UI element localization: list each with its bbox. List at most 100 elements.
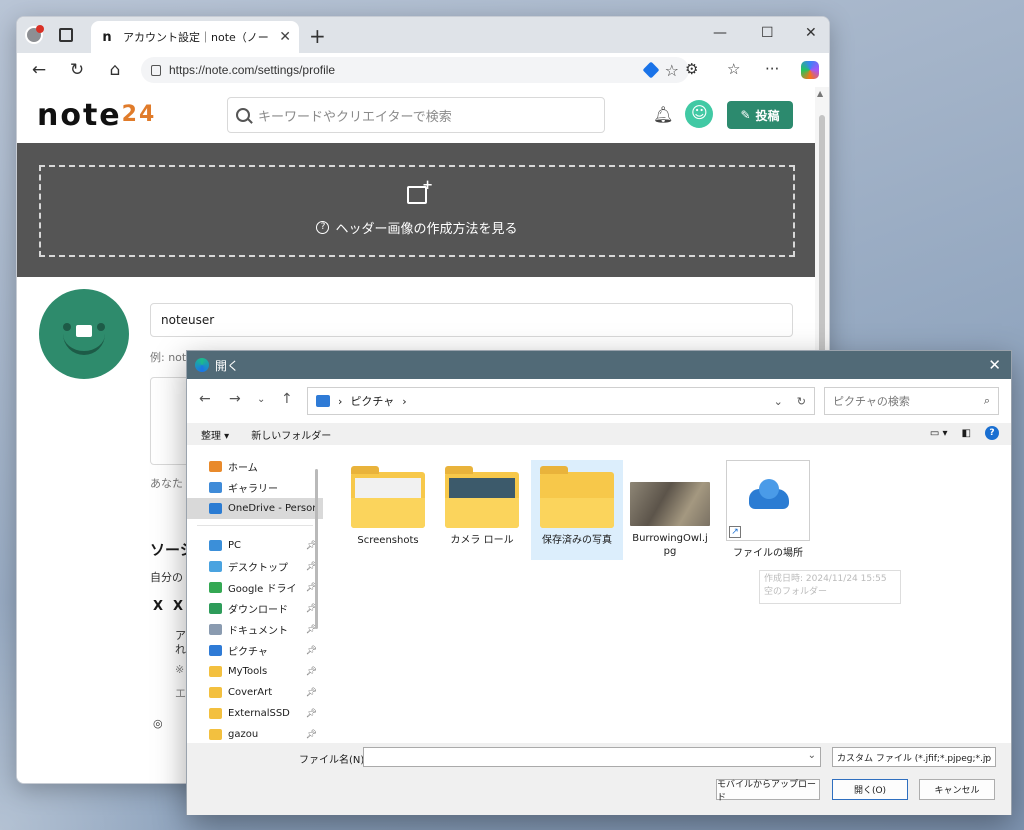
x-logo-icon: X [153, 599, 164, 614]
nav-item-label: ピクチャ [228, 647, 268, 658]
tab-actions-icon[interactable] [59, 28, 73, 42]
address-dropdown-icon[interactable]: ⌄ [774, 395, 783, 408]
nav-item-label: ExternalSSD [228, 708, 290, 719]
new-tab-icon[interactable]: + [309, 24, 326, 48]
nav-item-label: Google ドライ [228, 584, 297, 595]
file-open-dialog: 開く ✕ ← → ⌄ ↑ › ピクチャ › ⌄ ↻ ピクチャの検索 ⌕ 整理 ▾… [186, 350, 1012, 815]
preview-pane-icon[interactable]: ◧ [962, 428, 971, 439]
copilot-icon[interactable] [801, 61, 819, 79]
onedrive-thumbnail: ↗ [726, 460, 810, 541]
profile-avatar-icon[interactable] [25, 25, 44, 44]
file-item-burrowing-owl[interactable]: BurrowingOwl.jpg [627, 460, 713, 560]
up-icon[interactable]: ↑ [281, 391, 293, 407]
nav-item[interactable]: ドキュメント 📌︎ [187, 619, 323, 640]
back-icon[interactable]: ← [199, 391, 211, 407]
filetype-select[interactable]: カスタム ファイル (*.jfif;*.pjpeg;*.jp ⌄ [832, 747, 996, 767]
upload-from-mobile-button[interactable]: モバイルからアップロード [716, 779, 820, 803]
view-options-icon[interactable]: ▭ ▾ [930, 428, 948, 439]
minimize-icon[interactable]: — [713, 25, 727, 41]
coupon-tag-icon[interactable] [642, 61, 660, 79]
file-item-camera-roll[interactable]: カメラ ロール [439, 460, 525, 560]
x-label: X [173, 599, 184, 614]
filetype-dropdown-icon: ⌄ [982, 750, 991, 761]
forward-icon[interactable]: → [229, 391, 241, 407]
nav-item-icon [209, 708, 222, 719]
dialog-address-bar[interactable]: › ピクチャ › ⌄ ↻ [307, 387, 815, 415]
address-bar[interactable]: https://note.com/settings/profile ☆ [141, 57, 689, 83]
nav-separator [197, 525, 313, 535]
nav-item-icon [209, 624, 222, 635]
open-button[interactable]: 開く(O) [832, 779, 908, 800]
dialog-titlebar: 開く ✕ [187, 351, 1011, 379]
cancel-button[interactable]: キャンセル [919, 779, 995, 800]
file-tooltip: 作成日時: 2024/11/24 15:55 空のフォルダー [759, 570, 901, 604]
file-item-saved-pictures[interactable]: 保存済みの写真 [531, 460, 623, 560]
nav-item-icon [209, 645, 222, 656]
nav-item-icon [209, 582, 222, 593]
breadcrumb-pictures[interactable]: ピクチャ [350, 393, 394, 409]
tooltip-line: 作成日時: 2024/11/24 15:55 [764, 574, 887, 584]
dialog-command-bar: 整理 ▾ 新しいフォルダー ▭ ▾ ◧ ? [187, 423, 1011, 445]
file-item-file-location[interactable]: ↗ ファイルの場所 [725, 460, 811, 560]
dialog-close-icon[interactable]: ✕ [988, 356, 1001, 374]
header-help-link[interactable]: ? ヘッダー画像の作成方法を見る [316, 218, 518, 237]
search-placeholder: キーワードやクリエイターで検索 [258, 109, 452, 125]
lock-icon[interactable] [151, 64, 161, 76]
filename-dropdown-icon[interactable]: ⌄ [808, 750, 816, 761]
file-item-screenshots[interactable]: Screenshots [345, 460, 431, 560]
nav-item[interactable]: ダウンロード 📌︎ [187, 598, 323, 619]
nav-item[interactable]: gazou 📌︎ [187, 724, 323, 740]
note-logo[interactable]: note24 [37, 98, 156, 133]
image-thumbnail [630, 482, 710, 526]
new-folder-button[interactable]: 新しいフォルダー [251, 427, 331, 442]
favorite-star-icon[interactable]: ☆ [665, 61, 679, 80]
nav-item[interactable]: ピクチャ 📌︎ [187, 640, 323, 661]
browser-toolbar: ← ↻ ⌂ https://note.com/settings/profile … [17, 53, 829, 87]
profile-avatar-upload[interactable] [39, 289, 129, 379]
nav-item[interactable]: ギャラリー [187, 477, 323, 498]
refresh-icon[interactable]: ↻ [67, 60, 87, 80]
nav-item[interactable]: ExternalSSD 📌︎ [187, 703, 323, 724]
nav-scrollbar[interactable] [315, 469, 318, 629]
nav-item[interactable]: Google ドライ 📌︎ [187, 577, 323, 598]
nav-item[interactable]: MyTools 📌︎ [187, 661, 323, 682]
notification-bell-icon[interactable]: 🔔︎ [653, 105, 673, 124]
tab-close-icon[interactable]: ✕ [279, 29, 291, 45]
extensions-icon[interactable]: ⚙ [685, 60, 698, 78]
breadcrumb-separator: › [338, 394, 343, 408]
filename-input[interactable]: ⌄ [363, 747, 821, 767]
user-avatar[interactable] [685, 100, 713, 128]
tab-account-settings[interactable]: n アカウント設定｜note（ノート） ✕ [91, 21, 299, 53]
nav-item[interactable]: PC 📌︎ [187, 535, 323, 556]
tooltip-line: 空のフォルダー [764, 587, 828, 597]
post-button[interactable]: ✎ 投稿 [727, 101, 793, 129]
folder-icon [445, 466, 519, 528]
pin-icon: 📌︎ [305, 687, 317, 698]
help-icon[interactable]: ? [985, 426, 999, 440]
social-text: れ [175, 643, 186, 656]
nav-item[interactable]: OneDrive - Persor [187, 498, 323, 519]
header-image-dropzone[interactable]: ? ヘッダー画像の作成方法を見る [39, 165, 795, 257]
nav-item[interactable]: ホーム [187, 456, 323, 477]
add-image-icon [407, 178, 433, 204]
dialog-search-input[interactable]: ピクチャの検索 ⌕ [824, 387, 999, 415]
nav-item[interactable]: CoverArt 📌︎ [187, 682, 323, 703]
nav-item[interactable]: デスクトップ 📌︎ [187, 556, 323, 577]
header-image-area[interactable]: ? ヘッダー画像の作成方法を見る [17, 143, 817, 277]
display-name-input[interactable]: noteuser [150, 303, 793, 337]
browser-titlebar: n アカウント設定｜note（ノート） ✕ + — ☐ ✕ [17, 17, 829, 53]
favorites-icon[interactable]: ☆ [727, 60, 740, 78]
scrollbar-thumb[interactable] [819, 115, 825, 365]
close-window-icon[interactable]: ✕ [805, 25, 817, 41]
more-menu-icon[interactable]: ··· [765, 60, 779, 78]
maximize-icon[interactable]: ☐ [761, 25, 774, 41]
recent-chevron-icon[interactable]: ⌄ [257, 394, 265, 405]
organize-button[interactable]: 整理 ▾ [201, 427, 229, 442]
social-note: エ [175, 687, 186, 700]
back-icon[interactable]: ← [29, 60, 49, 80]
scroll-up-icon[interactable]: ▲ [817, 89, 823, 98]
refresh-icon[interactable]: ↻ [797, 395, 806, 408]
home-icon[interactable]: ⌂ [105, 60, 125, 80]
note-search-input[interactable]: キーワードやクリエイターで検索 [227, 97, 605, 133]
filetype-value: カスタム ファイル (*.jfif;*.pjpeg;*.jp [837, 754, 992, 764]
